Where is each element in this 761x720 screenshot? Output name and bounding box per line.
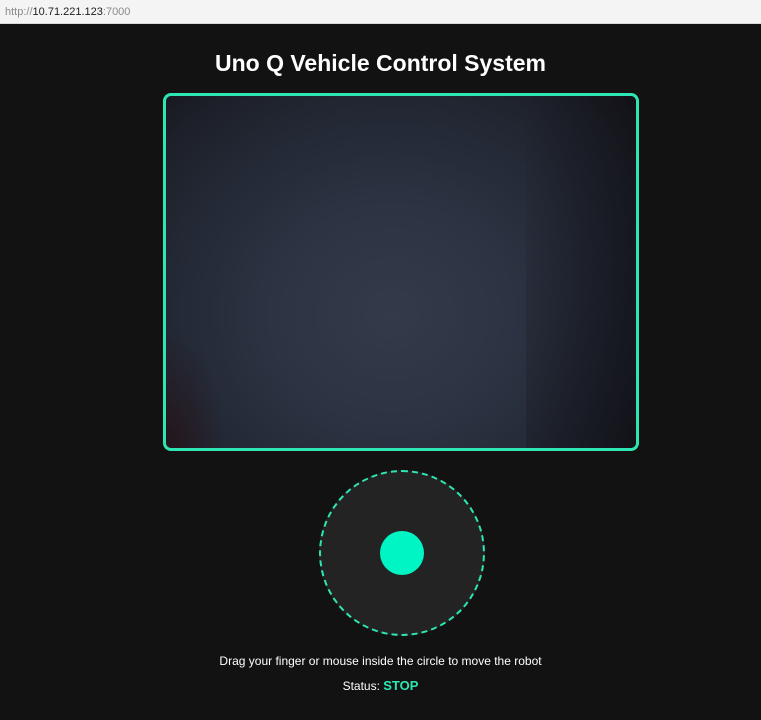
address-bar[interactable]: http://10.71.221.123:7000 <box>0 0 761 24</box>
status-line: Status: STOP <box>0 678 761 694</box>
page-title: Uno Q Vehicle Control System <box>214 50 547 76</box>
camera-image-shade-corner <box>166 328 226 448</box>
url-scheme: http:// <box>5 6 33 18</box>
url-port: :7000 <box>102 6 131 18</box>
url-host: 10.71.221.123 <box>32 6 103 18</box>
status-value: STOP <box>383 678 419 693</box>
joystick-instructions: Drag your finger or mouse inside the cir… <box>219 654 542 668</box>
control-page: Uno Q Vehicle Control System Drag your f… <box>0 24 761 720</box>
joystick-knob[interactable] <box>380 531 424 575</box>
status-label: Status: <box>342 679 380 693</box>
joystick-area[interactable] <box>319 470 485 636</box>
camera-image-shade <box>526 96 636 448</box>
camera-stream <box>163 93 639 451</box>
address-url[interactable]: http://10.71.221.123:7000 <box>5 5 130 19</box>
